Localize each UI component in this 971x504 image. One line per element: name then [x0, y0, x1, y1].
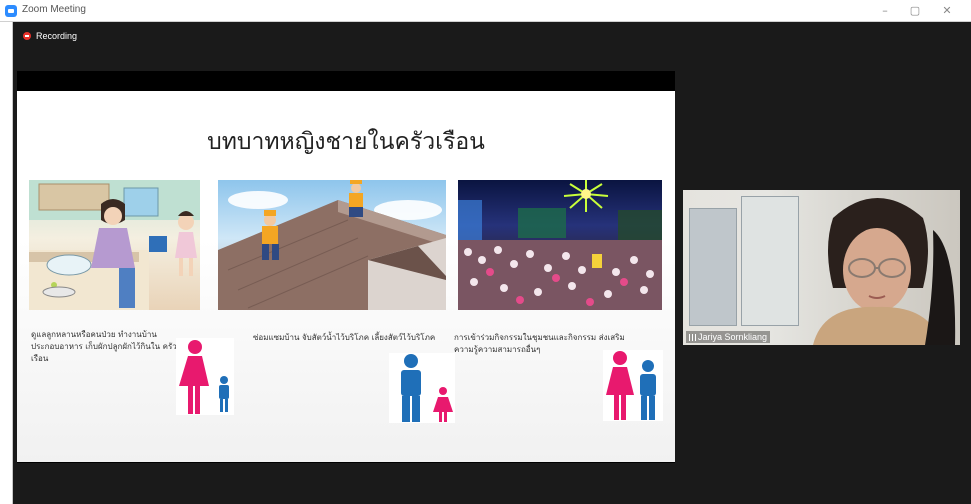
filing-cabinet — [689, 208, 737, 326]
maximize-button[interactable]: ▢ — [903, 2, 927, 20]
presentation-slide: บทบาทหญิงชายในครัวเรือน ดูแลลูกหลานหรือค… — [17, 91, 675, 462]
zoom-window: Zoom Meeting – ▢ ✕ Recording บทบาทหญิงชา… — [0, 0, 971, 504]
roof-repair-illustration — [218, 180, 446, 310]
recording-icon — [23, 32, 31, 40]
minimize-button[interactable]: – — [873, 2, 897, 20]
slide-title: บทบาทหญิงชายในครัวเรือน — [207, 129, 485, 155]
caption-household-care: ดูแลลูกหลานหรือคนป่วย ทำงานบ้าน ประกอบอา… — [31, 330, 177, 363]
signal-strength-icon — [689, 334, 696, 341]
participant-video-tile[interactable]: Jariya Sornkliang — [683, 190, 960, 345]
participant-name: Jariya Sornkliang — [698, 332, 768, 342]
participant-person — [813, 198, 956, 345]
meeting-area: Recording บทบาทหญิงชายในครัวเรือน ดูแลลู… — [13, 22, 971, 504]
shared-screen: บทบาทหญิงชายในครัวเรือน ดูแลลูกหลานหรือค… — [17, 71, 675, 463]
community-event-photo — [458, 180, 662, 310]
participant-name-label: Jariya Sornkliang — [686, 331, 771, 343]
close-button[interactable]: ✕ — [935, 2, 959, 20]
caption-home-repair: ซ่อมแซมบ้าน จับสัตว์น้ำไว้บริโภค เลี้ยงส… — [253, 333, 436, 342]
kitchen-illustration — [29, 180, 200, 310]
zoom-logo-icon — [5, 5, 17, 17]
man-and-girl-icon — [389, 353, 455, 423]
title-bar: Zoom Meeting – ▢ ✕ — [0, 0, 971, 22]
recording-label: Recording — [36, 31, 78, 41]
window-title: Zoom Meeting — [22, 4, 86, 15]
window-left-edge — [0, 22, 13, 504]
woman-and-man-icon — [603, 350, 663, 421]
woman-and-boy-icon — [176, 338, 234, 415]
